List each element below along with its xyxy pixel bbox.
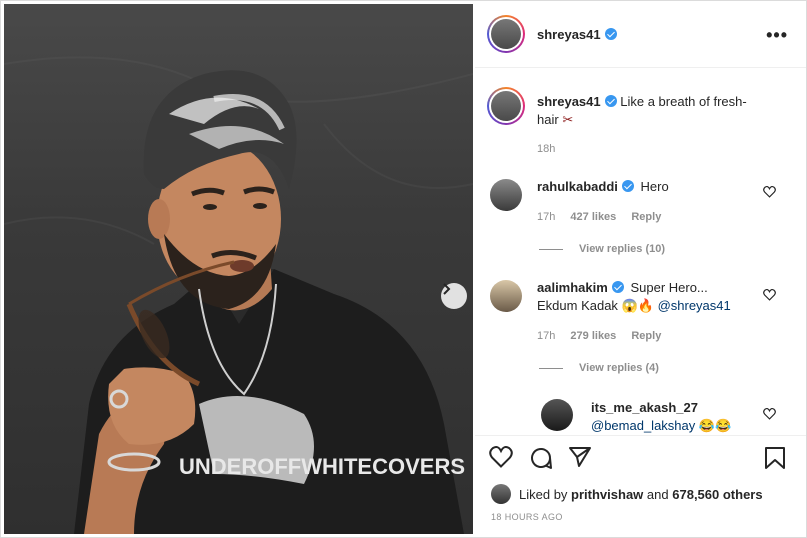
post-timestamp[interactable]: 18 HOURS AGO [491, 512, 563, 522]
comment-emoji: 😱🔥 [621, 298, 654, 313]
caption-story-ring[interactable] [487, 87, 525, 125]
more-options-icon[interactable]: ••• [766, 25, 788, 46]
comment-age: 17h [537, 330, 556, 342]
comment-rahulkabaddi: rahulkabaddi Hero [537, 178, 669, 196]
comment-avatar-rahulkabaddi[interactable] [490, 179, 522, 211]
reply-comment: its_me_akash_27 @bemad_lakshay 😂😂 [591, 399, 751, 434]
comment-meta: 17h 279 likes Reply [537, 330, 673, 342]
replies-divider [539, 367, 563, 369]
author-avatar[interactable] [491, 19, 521, 49]
chevron-right-icon [443, 283, 451, 295]
share-icon[interactable] [568, 446, 592, 468]
like-heart-icon[interactable] [489, 446, 513, 468]
verified-badge-icon [621, 180, 634, 192]
replies-divider [539, 248, 563, 250]
comment-username[interactable]: rahulkabaddi [537, 179, 618, 194]
mention-link[interactable]: @shreyas41 [658, 298, 731, 313]
post-header: shreyas41 ••• [475, 1, 806, 68]
scissors-emoji: ✂ [562, 112, 574, 127]
comment-age: 17h [537, 211, 556, 223]
verified-badge-icon [604, 28, 617, 40]
view-replies-button[interactable]: View replies (10) [539, 243, 665, 255]
caption-age: 18h [537, 143, 556, 155]
reply-username[interactable]: its_me_akash_27 [591, 400, 698, 415]
view-replies-label: View replies (4) [579, 362, 659, 374]
view-replies-label: View replies (10) [579, 243, 666, 255]
caption: shreyas41 Like a breath of fresh-hair ✂ [537, 93, 762, 129]
author-username[interactable]: shreyas41 [537, 27, 601, 42]
next-photo-button[interactable] [441, 283, 467, 309]
like-comment-heart-icon[interactable] [763, 408, 776, 420]
save-bookmark-icon[interactable] [764, 446, 786, 470]
comment-likes[interactable]: 279 likes [570, 330, 616, 342]
likes-others[interactable]: 678,560 others [672, 487, 762, 502]
reply-button[interactable]: Reply [631, 211, 661, 223]
post-photo[interactable]: UNDEROFFWHITECOVERS [4, 4, 473, 534]
like-comment-heart-icon[interactable] [763, 186, 776, 198]
likes-summary: Liked by prithvishaw and 678,560 others [491, 484, 763, 504]
comment-likes[interactable]: 427 likes [570, 211, 616, 223]
comments-section: shreyas41 Like a breath of fresh-hair ✂ … [475, 68, 806, 434]
caption-username[interactable]: shreyas41 [537, 94, 601, 109]
verified-badge-icon [604, 95, 617, 107]
reply-avatar[interactable] [541, 399, 573, 431]
post-actions: Liked by prithvishaw and 678,560 others … [475, 435, 806, 537]
comment-username[interactable]: aalimhakim [537, 280, 608, 295]
reply-emoji: 😂😂 [698, 418, 732, 433]
reply-mention[interactable]: @bemad_lakshay [591, 418, 695, 433]
liker-avatar[interactable] [491, 484, 511, 504]
post-side-panel: shreyas41 ••• shreyas41 Like a breath of… [475, 1, 806, 537]
caption-author-avatar[interactable] [491, 91, 521, 121]
instagram-post-frame: UNDEROFFWHITECOVERS shreyas41 ••• shreya… [0, 0, 807, 538]
reply-button[interactable]: Reply [631, 330, 661, 342]
comment-avatar-aalimhakim[interactable] [490, 280, 522, 312]
like-comment-heart-icon[interactable] [763, 289, 776, 301]
view-replies-button[interactable]: View replies (4) [539, 362, 659, 374]
likes-joiner: and [646, 486, 669, 502]
comment-text-line1: Super Hero... [630, 280, 708, 295]
comment-aalimhakim: aalimhakim Super Hero... Ekdum Kadak 😱🔥 … [537, 279, 747, 315]
comment-text-line2: Ekdum Kadak [537, 298, 618, 313]
likes-prefix: Liked by [519, 486, 568, 502]
comment-meta: 17h 427 likes Reply [537, 211, 673, 223]
shirt-print-text: UNDEROFFWHITECOVERS [179, 454, 465, 479]
story-ring[interactable] [487, 15, 525, 53]
post-photo-illustration: UNDEROFFWHITECOVERS [4, 56, 473, 534]
liker-username[interactable]: prithvishaw [571, 487, 643, 502]
verified-badge-icon [611, 281, 624, 293]
comment-icon[interactable] [529, 446, 553, 470]
comment-text: Hero [640, 179, 669, 194]
